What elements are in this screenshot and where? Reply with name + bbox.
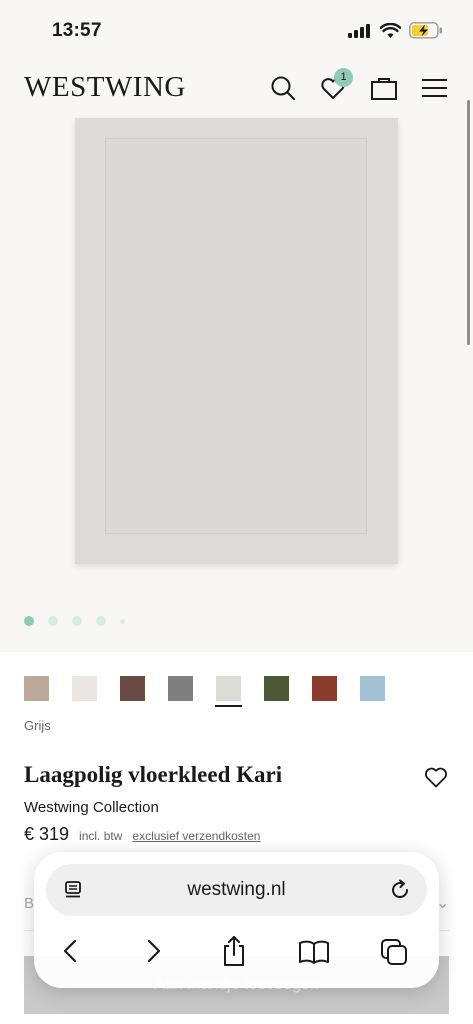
rug-inner-panel — [105, 138, 367, 534]
selected-color-name: Grijs — [24, 718, 51, 733]
url-text[interactable]: westwing.nl — [46, 879, 427, 901]
tabs-icon[interactable] — [380, 938, 408, 966]
color-swatch-6[interactable] — [264, 676, 289, 701]
product-brand[interactable]: Westwing Collection — [24, 799, 159, 816]
product-gallery[interactable] — [0, 118, 473, 652]
vat-label: incl. btw — [79, 829, 123, 843]
color-swatch-3[interactable] — [120, 676, 145, 701]
gallery-dots — [24, 616, 125, 626]
wifi-icon — [380, 23, 401, 38]
gallery-dot-3[interactable] — [72, 616, 82, 626]
product-image[interactable] — [75, 118, 398, 564]
color-swatches — [24, 676, 385, 707]
product-title: Laagpolig vloerkleed Kari — [24, 762, 283, 787]
page-scrollbar[interactable] — [467, 100, 470, 345]
browser-toolbar: westwing.nl — [34, 852, 439, 988]
reload-icon[interactable] — [389, 879, 411, 901]
site-header: WESTWING — [0, 58, 473, 118]
size-select-label[interactable]: B — [24, 895, 34, 912]
price-row: € 319 incl. btw exclusief verzendkosten — [24, 824, 260, 845]
status-time: 13:57 — [52, 20, 102, 41]
westwing-logo[interactable]: WESTWING — [24, 71, 186, 104]
color-swatch-7[interactable] — [312, 676, 337, 701]
status-bar: 13:57 — [0, 0, 473, 58]
color-swatch-1[interactable] — [24, 676, 49, 701]
status-icons — [348, 22, 443, 39]
search-icon[interactable] — [269, 74, 297, 102]
add-to-wishlist-icon[interactable] — [423, 764, 449, 790]
shipping-link[interactable]: exclusief verzendkosten — [132, 829, 260, 843]
share-icon[interactable] — [220, 935, 248, 967]
battery-icon — [409, 22, 442, 39]
menu-icon[interactable] — [421, 74, 449, 102]
gallery-dot-1[interactable] — [24, 616, 34, 626]
gallery-dot-2[interactable] — [48, 616, 58, 626]
signal-icon — [348, 23, 370, 38]
color-swatch-2[interactable] — [72, 676, 97, 701]
product-price: € 319 — [24, 824, 70, 844]
color-swatch-5[interactable] — [215, 676, 242, 707]
color-swatch-8[interactable] — [360, 676, 385, 701]
cart-icon[interactable] — [370, 74, 398, 102]
forward-icon[interactable] — [142, 938, 164, 964]
bookmarks-icon[interactable] — [298, 939, 330, 965]
address-bar[interactable]: westwing.nl — [46, 864, 427, 916]
gallery-dot-5[interactable] — [120, 618, 125, 624]
color-swatch-4[interactable] — [168, 676, 193, 701]
back-icon[interactable] — [60, 938, 82, 964]
wishlist-count-badge: 1 — [334, 68, 353, 87]
gallery-dot-4[interactable] — [96, 616, 106, 626]
